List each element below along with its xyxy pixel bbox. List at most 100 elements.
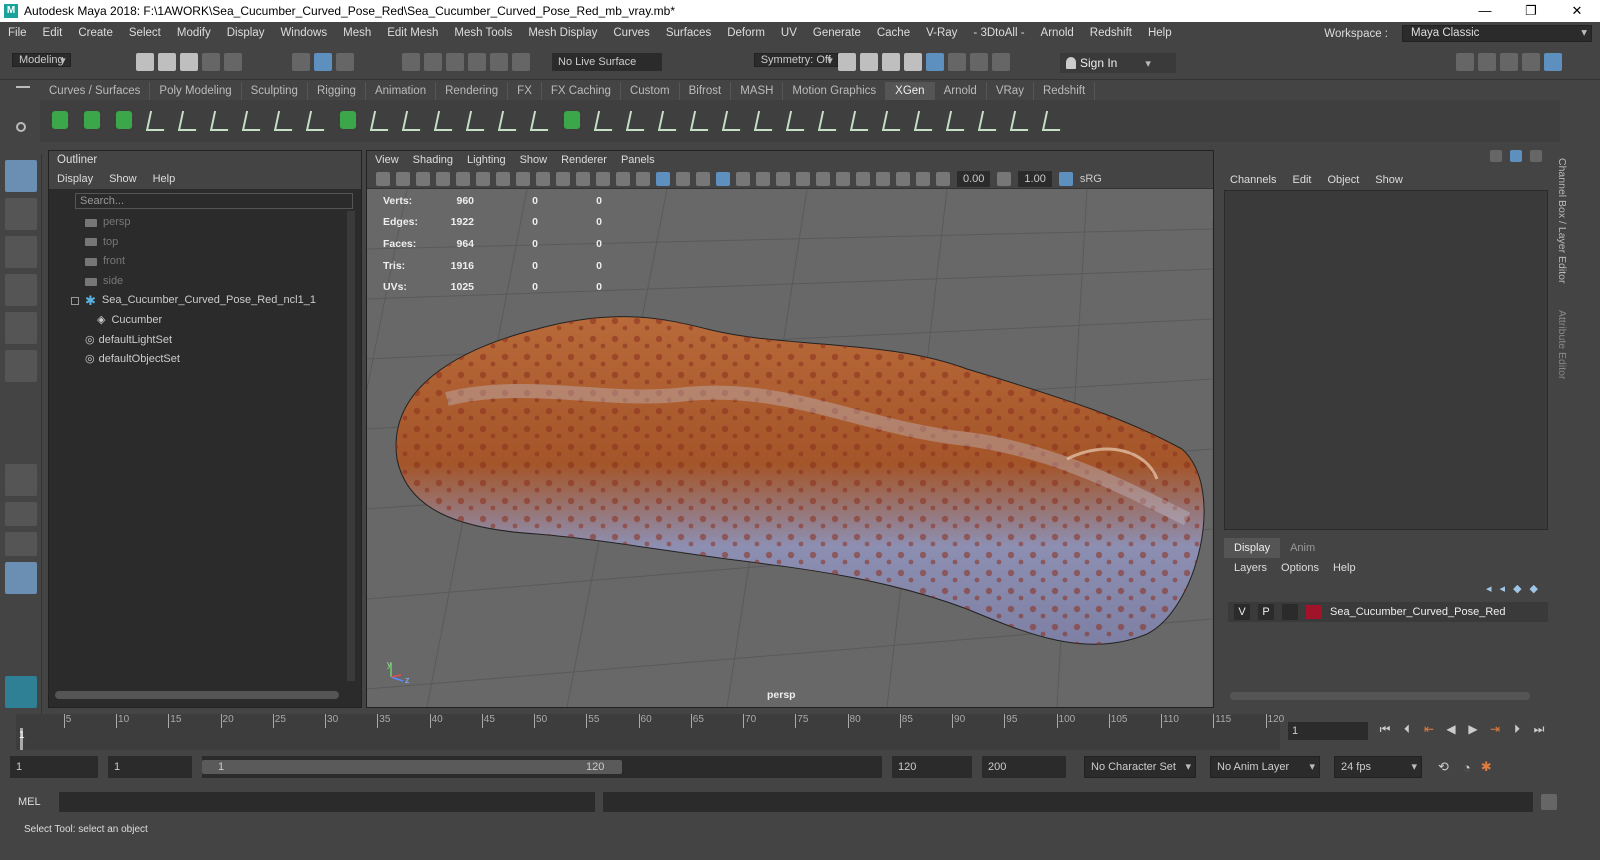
shelf-tab-animation[interactable]: Animation [366, 82, 437, 100]
menu-mesh-display[interactable]: Mesh Display [520, 27, 605, 39]
select-tool-icon[interactable] [5, 160, 37, 192]
camera-attributes-icon[interactable] [416, 171, 430, 186]
go-to-start-icon[interactable]: ⏮ [1378, 722, 1392, 736]
xgen-density-icon[interactable] [527, 107, 553, 135]
xgen-bend-icon[interactable] [815, 107, 841, 135]
viewport-menu-show[interactable]: Show [520, 151, 548, 169]
layer-editor-toggle-icon[interactable] [1544, 53, 1562, 71]
two-d-pan-zoom-icon[interactable] [476, 171, 490, 186]
range-slider[interactable]: 1 120 [202, 756, 882, 778]
layer-menu-options[interactable]: Options [1281, 558, 1319, 578]
outliner-item-top[interactable]: top [71, 233, 361, 253]
outliner-item-defaultlightset[interactable]: ◎ defaultLightSet [71, 331, 361, 351]
persp-outliner-layout-icon[interactable] [5, 532, 37, 556]
exposure-field[interactable]: 0.00 [957, 170, 991, 187]
animation-preferences-icon[interactable]: ✱ [1481, 759, 1492, 775]
xgen-lock-icon[interactable] [271, 107, 297, 135]
viewport-menu-view[interactable]: View [375, 151, 399, 169]
redo-icon[interactable] [224, 53, 242, 71]
make-live-icon[interactable] [512, 53, 530, 71]
viewport-menu-renderer[interactable]: Renderer [561, 151, 607, 169]
viewport-menu-lighting[interactable]: Lighting [467, 151, 506, 169]
xgen-twist-icon[interactable] [687, 107, 713, 135]
shelf-settings-icon[interactable] [16, 122, 26, 132]
xgen-smooth-icon[interactable] [623, 107, 649, 135]
grid-toggle-icon[interactable] [516, 171, 530, 186]
shelf-tab-fx[interactable]: FX [508, 82, 542, 100]
layer-menu-help[interactable]: Help [1333, 558, 1356, 578]
mel-label[interactable]: MEL [0, 796, 59, 808]
move-tool-icon[interactable] [5, 274, 37, 306]
color-management-icon[interactable] [1058, 171, 1073, 186]
gamma-field[interactable]: 1.00 [1018, 170, 1052, 187]
isolate-select-icon[interactable] [856, 171, 870, 186]
safe-action-icon[interactable] [616, 171, 630, 186]
shelf-tab-rigging[interactable]: Rigging [308, 82, 366, 100]
xgen-place-guide-icon[interactable] [175, 107, 201, 135]
channel-box-icon[interactable] [1490, 150, 1502, 162]
attribute-editor-icon[interactable] [1478, 53, 1496, 71]
side-tab-attribute-editor[interactable]: Attribute Editor [1556, 310, 1568, 379]
select-component-icon[interactable] [336, 53, 354, 71]
render-view-icon[interactable] [926, 53, 944, 71]
character-set-dropdown[interactable]: No Character Set [1084, 756, 1196, 778]
grease-pencil-icon[interactable] [496, 171, 510, 186]
bookmark-icon[interactable] [436, 171, 450, 186]
menu-surfaces[interactable]: Surfaces [658, 27, 719, 39]
hypershade-icon[interactable] [904, 53, 922, 71]
animation-start-field[interactable]: 1 [10, 756, 98, 778]
use-default-material-icon[interactable] [676, 171, 690, 186]
viewport-menu-panels[interactable]: Panels [621, 151, 655, 169]
playback-end-field[interactable]: 120 [892, 756, 972, 778]
outliner-menu-show[interactable]: Show [109, 169, 137, 189]
menu-help[interactable]: Help [1140, 27, 1180, 39]
snap-live-icon[interactable] [490, 53, 508, 71]
new-layer-from-selected-icon[interactable]: ◆ [1530, 582, 1538, 595]
attribute-editor-toggle-icon[interactable] [1530, 150, 1542, 162]
snap-grid-icon[interactable] [402, 53, 420, 71]
channel-box-area[interactable] [1224, 190, 1548, 530]
save-scene-icon[interactable] [180, 53, 198, 71]
mode-dropdown[interactable]: Modeling [12, 53, 71, 67]
xgen-coil-icon[interactable] [879, 107, 905, 135]
textured-icon[interactable] [716, 171, 730, 186]
shelf-tab-rendering[interactable]: Rendering [436, 82, 509, 100]
animation-end-field[interactable]: 200 [982, 756, 1066, 778]
range-slider-handle[interactable] [202, 760, 622, 774]
layer-editor-icon[interactable] [1510, 150, 1522, 162]
gate-mask-icon[interactable] [576, 171, 590, 186]
motion-blur-icon[interactable] [796, 171, 810, 186]
menu-edit-mesh[interactable]: Edit Mesh [379, 27, 446, 39]
shelf-tab-vray[interactable]: VRay [987, 82, 1034, 100]
move-layer-up-icon[interactable]: ◂ [1486, 582, 1492, 595]
four-view-layout-icon[interactable] [5, 502, 37, 526]
image-plane-icon[interactable] [456, 171, 470, 186]
step-forward-key-icon[interactable]: ⇥ [1488, 722, 1502, 736]
xgen-preview-icon[interactable] [79, 107, 105, 135]
xgen-length-icon[interactable] [431, 107, 457, 135]
smooth-shade-icon[interactable] [656, 171, 670, 186]
exposure-icon[interactable] [936, 171, 950, 186]
outliner-item-front[interactable]: front [71, 252, 361, 272]
tab-anim[interactable]: Anim [1280, 538, 1325, 558]
symmetry-dropdown[interactable]: Symmetry: Off [753, 53, 838, 67]
menu-uv[interactable]: UV [773, 27, 805, 39]
menu-deform[interactable]: Deform [719, 27, 773, 39]
new-empty-layer-icon[interactable]: ◆ [1513, 582, 1521, 595]
ipr-render-icon[interactable] [860, 53, 878, 71]
xgen-sculpt-icon[interactable] [367, 107, 393, 135]
snap-point-icon[interactable] [446, 53, 464, 71]
play-forwards-icon[interactable]: ▶ [1466, 722, 1480, 736]
outliner-item-group[interactable]: ✱ Sea_Cucumber_Curved_Pose_Red_ncl1_1 [71, 291, 361, 311]
color-space-label[interactable]: sRG [1080, 173, 1102, 185]
shelf-tab-arnold[interactable]: Arnold [935, 82, 987, 100]
outliner-horizontal-scrollbar[interactable] [55, 691, 339, 699]
xray-icon[interactable] [876, 171, 890, 186]
menu-create[interactable]: Create [70, 27, 121, 39]
outliner-item-persp[interactable]: persp [71, 213, 361, 233]
outliner-layout-icon[interactable] [5, 562, 37, 594]
xgen-freeze-icon[interactable] [751, 107, 777, 135]
shelf-tab-redshift[interactable]: Redshift [1034, 82, 1096, 100]
menu-curves[interactable]: Curves [605, 27, 657, 39]
outliner-vertical-scrollbar[interactable] [347, 211, 355, 681]
